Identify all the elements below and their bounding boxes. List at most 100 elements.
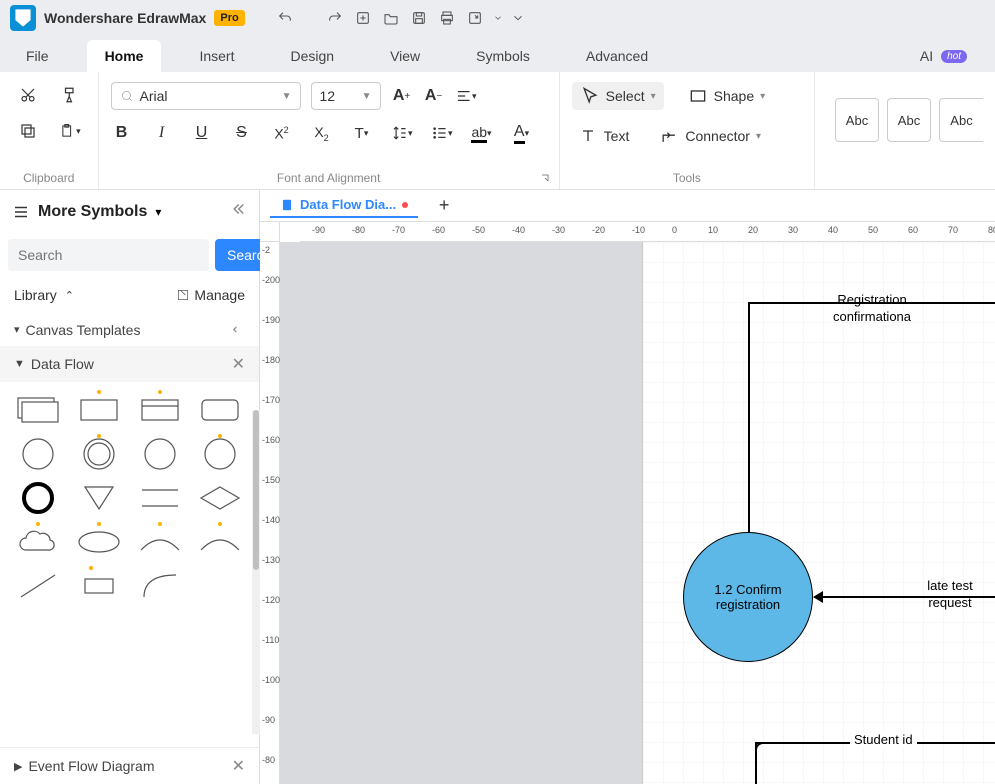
shape-arc[interactable] (134, 524, 186, 560)
highlight-icon[interactable]: ab▾ (471, 122, 493, 144)
subscript-icon[interactable]: X2 (311, 122, 333, 144)
shape-ellipse[interactable] (73, 524, 125, 560)
shape-rect[interactable] (73, 392, 125, 428)
category-data-flow[interactable]: ▼ Data Flow ✕ (0, 346, 259, 382)
category-event-flow[interactable]: ▶ Event Flow Diagram ✕ (0, 747, 259, 784)
shape-diamond[interactable] (194, 480, 246, 516)
category-canvas-templates[interactable]: ▾ Canvas Templates ⌃ (0, 313, 259, 346)
save-icon[interactable] (409, 8, 429, 28)
horizontal-ruler: -90 -80 -70 -60 -50 -40 -30 -20 -10 0 10… (300, 222, 995, 242)
font-size-select[interactable]: 12 ▼ (311, 82, 381, 110)
text-case-icon[interactable]: T▾ (351, 122, 373, 144)
hot-badge: hot (941, 50, 967, 63)
chevron-down-icon[interactable] (493, 8, 503, 28)
increase-font-icon[interactable]: A+ (391, 85, 413, 107)
collapse-sidebar-icon[interactable] (229, 200, 247, 223)
menu-ai[interactable]: AI (916, 40, 937, 72)
format-painter-icon[interactable] (59, 84, 81, 106)
shape-circle-2[interactable] (134, 436, 186, 472)
ribbon: ▾ Clipboard Arial ▼ 12 ▼ A+ A− ▾ (0, 72, 995, 190)
line-spacing-icon[interactable]: ▾ (391, 122, 413, 144)
menu-view[interactable]: View (372, 40, 438, 72)
copy-icon[interactable] (17, 120, 39, 142)
decrease-font-icon[interactable]: A− (423, 85, 445, 107)
canvas[interactable]: Registration confirmationa 1.2 Confirm r… (280, 242, 995, 784)
italic-icon[interactable]: I (151, 122, 173, 144)
library-label[interactable]: Library (14, 287, 57, 303)
shape-stacked-rect[interactable] (12, 392, 64, 428)
shape-palette (0, 382, 259, 614)
shape-small-rect[interactable] (73, 568, 125, 604)
font-group-label: Font and Alignment (111, 167, 547, 185)
flow-label[interactable]: Student id (850, 732, 917, 749)
bullets-icon[interactable]: ▾ (431, 122, 453, 144)
corner-icon (755, 742, 767, 754)
style-preset-2[interactable]: Abc (887, 98, 931, 142)
shape-empty[interactable] (194, 568, 246, 604)
sidebar-scrollbar[interactable] (252, 410, 260, 734)
font-dialog-launcher-icon[interactable] (539, 171, 553, 185)
select-tool[interactable]: Select ▾ (572, 82, 664, 110)
print-icon[interactable] (437, 8, 457, 28)
modified-indicator-icon (402, 202, 408, 208)
shape-line[interactable] (12, 568, 64, 604)
shape-curve[interactable] (134, 568, 186, 604)
symbols-sidebar: More Symbols ▾ Search Library ⌃ Manage ▾… (0, 190, 260, 784)
shape-open-rect[interactable] (134, 480, 186, 516)
open-icon[interactable] (381, 8, 401, 28)
flow-label[interactable]: late test request (905, 578, 995, 612)
shape-rounded-rect[interactable] (194, 392, 246, 428)
menu-symbols[interactable]: Symbols (458, 40, 548, 72)
flow-label[interactable]: Registration confirmationa (812, 292, 932, 326)
process-node[interactable]: 1.2 Confirm registration (683, 532, 813, 662)
menu-bar: File Home Insert Design View Symbols Adv… (0, 36, 995, 72)
pro-badge: Pro (214, 10, 244, 26)
shape-circle-3[interactable] (194, 436, 246, 472)
menu-home[interactable]: Home (87, 40, 162, 72)
connector-tool[interactable]: Connector ▾ (653, 122, 767, 150)
export-icon[interactable] (465, 8, 485, 28)
menu-insert[interactable]: Insert (181, 40, 252, 72)
arrow-head-icon (813, 591, 823, 603)
document-tab[interactable]: Data Flow Dia... (270, 193, 418, 218)
superscript-icon[interactable]: X2 (271, 122, 293, 144)
tools-label: Tools (572, 167, 802, 185)
manage-library[interactable]: Manage (176, 287, 245, 303)
app-name: Wondershare EdrawMax (44, 10, 206, 26)
add-tab-button[interactable]: + (434, 196, 454, 216)
shape-arc-2[interactable] (194, 524, 246, 560)
style-preset-3[interactable]: Abc (939, 98, 983, 142)
shape-double-circle[interactable] (73, 436, 125, 472)
new-icon[interactable] (353, 8, 373, 28)
symbol-search-input[interactable] (8, 239, 209, 271)
underline-icon[interactable]: U (191, 122, 213, 144)
paste-icon[interactable]: ▾ (59, 120, 81, 142)
document-tabs: Data Flow Dia... + (260, 190, 995, 222)
style-preset-1[interactable]: Abc (835, 98, 879, 142)
undo-icon[interactable] (275, 8, 295, 28)
shape-header-rect[interactable] (134, 392, 186, 428)
shape-bold-circle[interactable] (12, 480, 64, 516)
strikethrough-icon[interactable]: S (231, 122, 253, 144)
menu-file[interactable]: File (8, 40, 67, 72)
menu-design[interactable]: Design (272, 40, 352, 72)
canvas-area: Data Flow Dia... + -90 -80 -70 -60 -50 -… (260, 190, 995, 784)
font-family-select[interactable]: Arial ▼ (111, 82, 301, 110)
clipboard-label: Clipboard (12, 167, 86, 185)
more-icon[interactable] (511, 8, 525, 28)
shape-circle[interactable] (12, 436, 64, 472)
redo-icon[interactable] (325, 8, 345, 28)
shape-tool[interactable]: Shape ▾ (682, 82, 772, 110)
align-icon[interactable]: ▾ (455, 85, 477, 107)
text-tool[interactable]: Text (572, 122, 636, 150)
connector-line[interactable] (748, 302, 750, 532)
close-category-icon[interactable]: ✕ (232, 354, 245, 374)
close-category-icon[interactable]: ✕ (232, 756, 245, 776)
shape-cloud[interactable] (12, 524, 64, 560)
cut-icon[interactable] (17, 84, 39, 106)
font-color-icon[interactable]: A▾ (511, 122, 533, 144)
shape-triangle[interactable] (73, 480, 125, 516)
menu-advanced[interactable]: Advanced (568, 40, 666, 72)
bold-icon[interactable]: B (111, 122, 133, 144)
scrollbar-thumb[interactable] (253, 410, 259, 570)
